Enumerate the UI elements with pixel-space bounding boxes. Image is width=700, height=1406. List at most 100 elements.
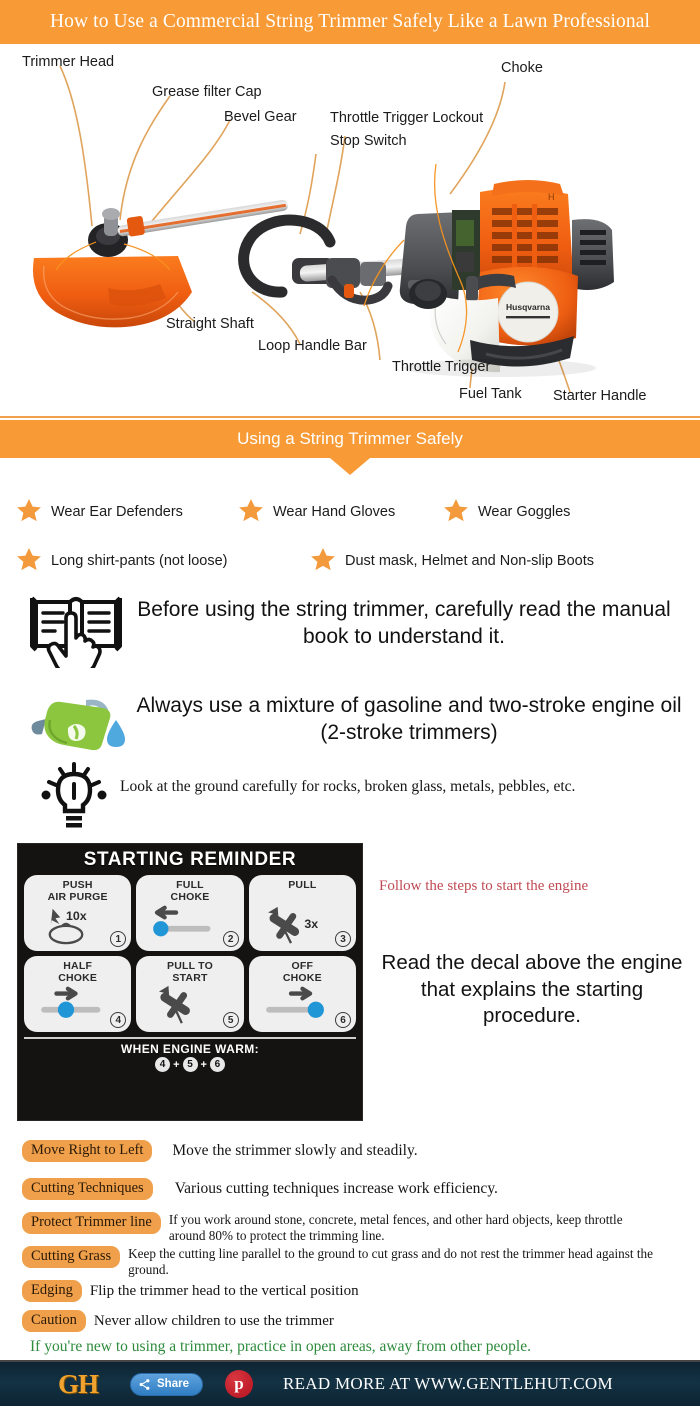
tip-label: Caution [22,1310,86,1332]
gear-item-mask-helmet-boots: Dust mask, Helmet and Non-slip Boots [308,546,594,576]
decal-step-1-count: 10x [66,909,87,923]
label-stop-switch: Stop Switch [330,133,407,149]
lightbulb-idea-icon [41,762,107,828]
decal-step-3-caption-1: PULL [288,879,317,891]
decal-warm-label: WHEN ENGINE WARM: [120,1042,260,1056]
advice-text-fuel: Always use a mixture of gasoline and two… [136,694,682,745]
label-bevel-gear: Bevel Gear [224,109,297,125]
svg-text:H: H [548,192,555,202]
decal-step-6: OFF CHOKE 6 [248,956,356,1032]
decal-step-grid: PUSH AIR PURGE 10x 1 FULL CHOKE 2 PULL 3… [18,875,362,1032]
decal-step-4-caption-2: CHOKE [58,971,98,984]
tip-text: Never allow children to use the trimmer [93,1313,334,1329]
open-book-hand-icon [30,596,122,668]
tip-text: Flip the trimmer head to the vertical po… [89,1283,359,1299]
tip-label: Edging [22,1280,82,1302]
pull-cord-icon [159,985,191,1024]
share-button[interactable]: Share [130,1372,203,1396]
choke-slider-mid-icon [41,986,101,1018]
advice-row-fuel: Always use a mixture of gasoline and two… [24,686,686,762]
advice-row-manual: Before using the string trimmer, careful… [26,588,686,668]
label-trimmer-head: Trimmer Head [22,54,115,70]
decal-step-6-number: 6 [335,1012,351,1028]
star-icon [311,548,335,571]
decal-step-2-number: 2 [222,931,239,947]
tip-cutting-grass: Cutting Grass Keep the cutting line para… [22,1246,698,1278]
star-icon [17,499,41,522]
label-straight-shaft: Straight Shaft [166,316,254,332]
share-button-label: Share [157,1378,189,1390]
decal-step-1: PUSH AIR PURGE 10x 1 [24,875,132,951]
share-icon [139,1378,150,1390]
label-throttle-trigger-lockout: Throttle Trigger Lockout [330,110,484,126]
tip-text: If you work around stone, concrete, meta… [168,1212,623,1244]
brand-text: Husqvarna [506,302,550,312]
gear-item-goggles: Wear Goggles [441,497,570,527]
closing-note: If you're new to using a trimmer, practi… [30,1338,531,1355]
label-grease-filter-cap: Grease filter Cap [152,84,262,100]
throttle-trigger-part [344,284,354,298]
label-starter-handle: Starter Handle [553,388,647,404]
safety-section-title: Using a String Trimmer Safely [237,429,463,448]
decal-step-1-caption-2: AIR PURGE [47,890,108,903]
warm-step-6: 6 [209,1057,225,1072]
follow-steps-text: Follow the steps to start the engine [379,878,589,894]
decal-title: STARTING REMINDER [83,849,297,870]
tip-text: Various cutting techniques increase work… [174,1180,498,1197]
decal-separator [24,1037,356,1039]
warm-step-5: 5 [182,1057,198,1072]
read-decal-text: Read the decal above the engine that exp… [381,951,683,1028]
tip-text: Move the strimmer slowly and steadily. [172,1142,418,1159]
decal-step-5-number: 5 [222,1012,239,1028]
divider-top [0,416,700,418]
advice-text-manual: Before using the string trimmer, careful… [137,598,671,649]
tip-move-right-to-left: Move Right to Left Move the strimmer slo… [22,1140,694,1162]
label-choke: Choke [501,60,543,76]
advice-text-ground-check: Look at the ground carefully for rocks, … [120,778,576,795]
trimmer-diagram: H Husqvarna Trimmer Head Grease filter C… [0,44,700,416]
decal-step-1-caption-1: PUSH [62,879,93,891]
warm-plus-2: + [200,1058,207,1071]
gear-item-long-clothing: Long shirt-pants (not loose) [14,546,228,576]
tip-edging: Edging Flip the trimmer head to the vert… [22,1280,698,1302]
gear-item-hand-gloves: Wear Hand Gloves [236,497,395,527]
page-title: How to Use a Commercial String Trimmer S… [49,11,651,32]
gear-item-label: Dust mask, Helmet and Non-slip Boots [345,553,595,569]
star-icon [239,499,263,522]
tip-caution: Caution Never allow children to use the … [22,1310,698,1332]
star-icon [444,499,468,522]
decal-step-5-caption-2: START [172,971,208,984]
tip-label: Cutting Techniques [22,1178,153,1200]
star-icon [17,548,41,571]
decal-footer: WHEN ENGINE WARM: 4 + 5 + 6 [18,1037,362,1076]
decal-step-3-number: 3 [335,931,351,947]
pinterest-button[interactable]: p [224,1370,253,1398]
decal-step-2-caption-2: CHOKE [170,890,210,903]
starting-reminder-decal: STARTING REMINDER PUSH AIR PURGE 10x 1 F… [17,843,363,1121]
decal-step-4-number: 4 [110,1012,127,1028]
gear-item-label: Long shirt-pants (not loose) [51,553,228,569]
gear-item-label: Wear Ear Defenders [51,504,183,520]
decal-step-6-caption-1: OFF [291,960,314,972]
decal-step-4: HALF CHOKE 4 [24,956,132,1032]
trimmer-illustration: H Husqvarna [32,65,614,393]
tip-label: Move Right to Left [22,1140,153,1162]
gentlehut-logo: GH [58,1368,99,1399]
tip-label: Protect Trimmer line [22,1212,161,1234]
gear-item-ear-defenders: Wear Ear Defenders [14,497,183,527]
decal-step-6-caption-2: CHOKE [282,971,322,984]
fuel-nozzle-droplet-icon [31,699,125,751]
gear-item-label: Wear Goggles [478,504,571,520]
pull-cord-icon: 3x [267,906,318,944]
read-more-link[interactable]: READ MORE AT WWW.GENTLEHUT.COM [283,1374,613,1394]
tip-label: Cutting Grass [22,1246,121,1268]
page-title-banner: How to Use a Commercial String Trimmer S… [0,0,700,44]
decal-step-4-caption-1: HALF [63,960,93,972]
label-loop-handle-bar: Loop Handle Bar [258,338,367,354]
decal-step-2-caption-1: FULL [176,879,204,891]
decal-step-5-caption-1: PULL TO [167,960,213,972]
choke-slider-right-icon [265,986,324,1018]
decal-step-5: PULL TO START 5 [136,956,244,1032]
decal-step-1-number: 1 [110,931,127,947]
choke-slider-left-icon [153,905,211,937]
